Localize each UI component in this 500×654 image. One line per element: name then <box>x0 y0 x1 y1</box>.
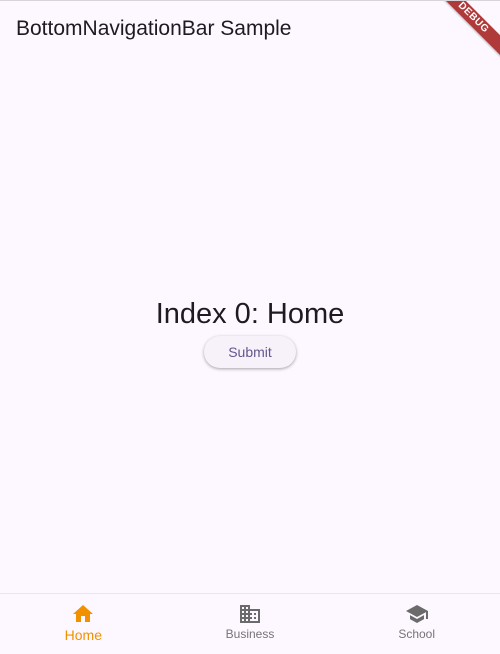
main-content: Index 0: Home Submit <box>0 57 500 595</box>
home-icon <box>73 605 94 622</box>
app-bar: BottomNavigationBar Sample <box>0 1 500 57</box>
nav-label-business: Business <box>225 627 275 641</box>
nav-label-school: School <box>398 627 436 641</box>
page-title: BottomNavigationBar Sample <box>16 17 292 40</box>
submit-button[interactable]: Submit <box>204 336 296 368</box>
nav-label-home: Home <box>64 627 103 643</box>
school-icon <box>405 605 428 623</box>
business-icon <box>240 605 260 623</box>
nav-item-business[interactable]: Business <box>167 594 334 654</box>
app-window: BottomNavigationBar Sample DEBUG Index 0… <box>0 0 500 654</box>
bottom-navigation-bar: Home Business School <box>0 593 500 654</box>
nav-item-school[interactable]: School <box>333 594 500 654</box>
nav-item-home[interactable]: Home <box>0 594 167 654</box>
selected-index-text: Index 0: Home <box>155 298 345 330</box>
